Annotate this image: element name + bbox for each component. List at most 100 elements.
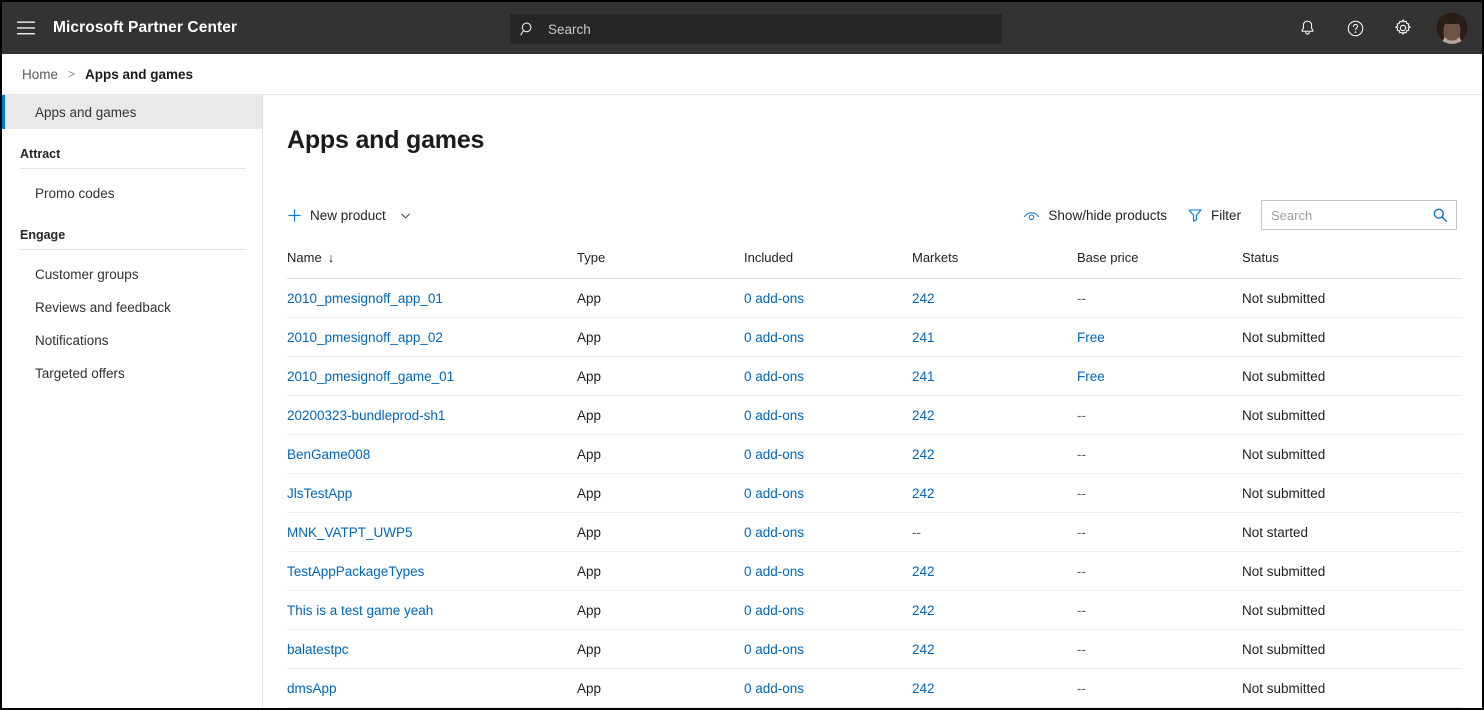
table-row: 2010_pmesignoff_app_01 App 0 add-ons 242 -- N… (287, 278, 1462, 318)
cell-product-name-value[interactable]: balatestpc (287, 642, 349, 657)
global-search-input[interactable]: Search (510, 14, 1002, 44)
help-icon[interactable] (1340, 13, 1370, 43)
sidebar-item-promo-codes[interactable]: Promo codes (2, 177, 262, 210)
cell-included-addons-value[interactable]: 0 add-ons (744, 486, 804, 501)
cell-markets-value[interactable]: 241 (912, 369, 935, 384)
search-icon[interactable] (1432, 207, 1449, 224)
sidebar-item-customer-groups[interactable]: Customer groups (2, 258, 262, 291)
cell-product-name: JlsTestApp (287, 473, 577, 513)
cell-included-addons-value[interactable]: 0 add-ons (744, 330, 804, 345)
table-header-row: Name ↓ Type Included Markets Base price S… (287, 250, 1462, 279)
cell-included-addons: 0 add-ons (744, 395, 912, 435)
sidebar-group-engage: Engage (2, 228, 262, 250)
cell-product-name: balatestpc (287, 629, 577, 669)
cell-markets: 242 (912, 551, 1077, 591)
cell-status: Not submitted (1242, 473, 1462, 513)
cell-product-name-value[interactable]: JlsTestApp (287, 486, 352, 501)
cell-status: Not submitted (1242, 317, 1462, 357)
cell-base-price-value: -- (1077, 602, 1086, 618)
breadcrumb-separator-icon: > (68, 67, 76, 81)
cell-markets: 242 (912, 278, 1077, 318)
column-header-markets[interactable]: Markets (912, 250, 1077, 279)
sidebar-item-targeted-offers[interactable]: Targeted offers (2, 357, 262, 390)
cell-base-price-value: -- (1077, 524, 1086, 540)
sidebar-item-notifications[interactable]: Notifications (2, 324, 262, 357)
cell-product-type: App (577, 278, 744, 318)
cell-included-addons: 0 add-ons (744, 473, 912, 513)
cell-product-name: 2010_pmesignoff_app_01 (287, 278, 577, 318)
column-header-base-price[interactable]: Base price (1077, 250, 1242, 279)
cell-markets-value[interactable]: 242 (912, 447, 935, 462)
page-title: Apps and games (287, 126, 485, 154)
cell-included-addons: 0 add-ons (744, 278, 912, 318)
cell-included-addons-value[interactable]: 0 add-ons (744, 681, 804, 696)
column-header-status[interactable]: Status (1242, 250, 1462, 279)
sidebar-group-attract-items: Promo codes (2, 177, 262, 210)
cell-markets: 241 (912, 317, 1077, 357)
cell-product-name-value[interactable]: 2010_pmesignoff_game_01 (287, 369, 454, 384)
cell-product-name-value[interactable]: BenGame008 (287, 447, 370, 462)
cell-product-type: App (577, 395, 744, 435)
cell-markets-value[interactable]: 242 (912, 408, 935, 423)
sidebar-item-apps-and-games[interactable]: Apps and games (2, 95, 262, 129)
cell-markets-value[interactable]: 242 (912, 681, 935, 696)
cell-markets-value[interactable]: 242 (912, 564, 935, 579)
cell-included-addons-value[interactable]: 0 add-ons (744, 447, 804, 462)
table-row: 20200323-bundleprod-sh1 App 0 add-ons 242 --… (287, 395, 1462, 435)
column-header-type[interactable]: Type (577, 250, 744, 279)
cell-included-addons-value[interactable]: 0 add-ons (744, 369, 804, 384)
product-search-input[interactable]: Search (1261, 200, 1457, 230)
cell-base-price-value[interactable]: Free (1077, 369, 1105, 384)
cell-product-type-value: App (577, 602, 602, 618)
cell-included-addons-value[interactable]: 0 add-ons (744, 603, 804, 618)
cell-included-addons-value[interactable]: 0 add-ons (744, 642, 804, 657)
cell-product-name-value[interactable]: dmsApp (287, 681, 337, 696)
show-hide-products-label: Show/hide products (1048, 207, 1167, 223)
cell-base-price-value: -- (1077, 641, 1086, 657)
column-header-included[interactable]: Included (744, 250, 912, 279)
cell-product-name-value[interactable]: 2010_pmesignoff_app_01 (287, 291, 443, 306)
cell-status: Not submitted (1242, 434, 1462, 474)
cell-status-value: Not submitted (1242, 407, 1326, 423)
cell-product-name-value[interactable]: This is a test game yeah (287, 603, 433, 618)
cell-markets-value[interactable]: 242 (912, 642, 935, 657)
cell-markets-value[interactable]: 242 (912, 486, 935, 501)
cell-base-price: Free (1077, 317, 1242, 357)
cell-included-addons-value[interactable]: 0 add-ons (744, 525, 804, 540)
cell-product-type-value: App (577, 680, 602, 696)
show-hide-products-button[interactable]: Show/hide products (1023, 200, 1167, 230)
user-avatar[interactable] (1436, 12, 1468, 44)
sort-ascending-icon: ↓ (327, 250, 335, 265)
settings-gear-icon[interactable] (1388, 13, 1418, 43)
chevron-down-icon[interactable] (399, 209, 412, 222)
hamburger-menu-icon[interactable] (2, 2, 50, 54)
notifications-bell-icon[interactable] (1292, 13, 1322, 43)
sidebar-group-attract: Attract (2, 147, 262, 169)
cell-product-name-value[interactable]: 2010_pmesignoff_app_02 (287, 330, 443, 345)
cell-product-name-value[interactable]: 20200323-bundleprod-sh1 (287, 408, 445, 423)
sidebar-item-reviews-and-feedback[interactable]: Reviews and feedback (2, 291, 262, 324)
cell-markets-value[interactable]: 242 (912, 291, 935, 306)
global-search-placeholder: Search (548, 21, 591, 37)
cell-base-price-value[interactable]: Free (1077, 330, 1105, 345)
sidebar-group-title: Attract (20, 147, 61, 161)
cell-included-addons-value[interactable]: 0 add-ons (744, 291, 804, 306)
cell-product-name: 20200323-bundleprod-sh1 (287, 395, 577, 435)
cell-included-addons: 0 add-ons (744, 590, 912, 630)
command-bar-right: Show/hide products Filter Search (1023, 200, 1457, 230)
cell-included-addons-value[interactable]: 0 add-ons (744, 408, 804, 423)
cell-included-addons-value[interactable]: 0 add-ons (744, 564, 804, 579)
global-header: Microsoft Partner Center Search (2, 2, 1482, 54)
breadcrumb-item-home[interactable]: Home (22, 67, 58, 82)
new-product-button[interactable]: New product (287, 200, 412, 230)
cell-markets-value[interactable]: 241 (912, 330, 935, 345)
cell-status: Not submitted (1242, 668, 1462, 708)
cell-product-name-value[interactable]: TestAppPackageTypes (287, 564, 424, 579)
cell-markets-value[interactable]: 242 (912, 603, 935, 618)
column-header-name[interactable]: Name ↓ (287, 250, 577, 279)
filter-button[interactable]: Filter (1187, 200, 1241, 230)
cell-product-name-value[interactable]: MNK_VATPT_UWP5 (287, 525, 413, 540)
funnel-icon (1187, 207, 1203, 223)
cell-markets: 241 (912, 356, 1077, 396)
filter-label: Filter (1211, 207, 1241, 223)
